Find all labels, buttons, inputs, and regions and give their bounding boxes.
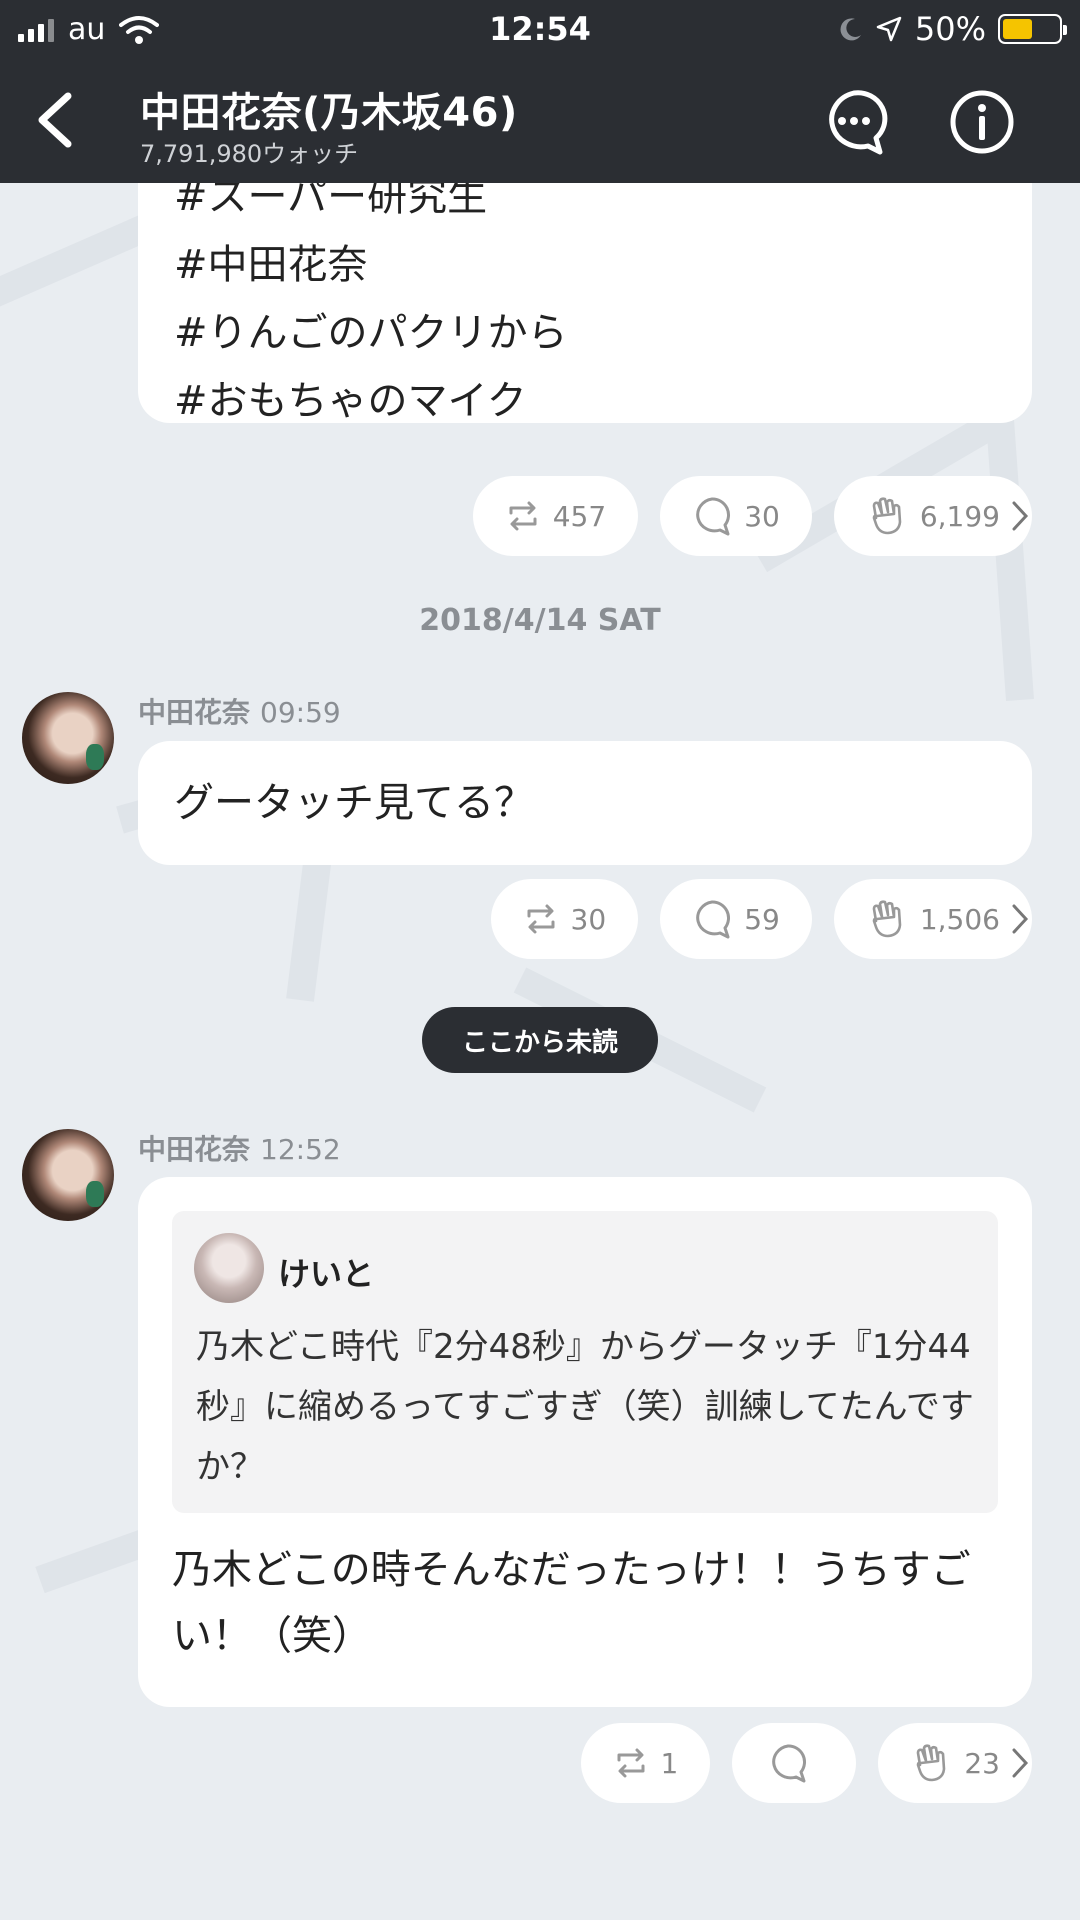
clap-button[interactable]: 6,199 xyxy=(833,476,1032,556)
comment-button[interactable]: 30 xyxy=(660,476,812,556)
post-meta: 中田花奈 09:59 xyxy=(138,691,341,731)
repost-icon xyxy=(527,904,555,934)
chat-header: 中田花奈(乃木坂46) 7,791,980ウォッチ xyxy=(0,58,1080,183)
watch-count: 7,791,980ウォッチ xyxy=(140,140,359,168)
status-bar: au 12:54 50% xyxy=(0,0,1080,58)
author-name: 中田花奈 xyxy=(138,696,251,729)
author-name: 中田花奈 xyxy=(138,1133,251,1166)
hashtag[interactable]: #りんごのパクリから xyxy=(174,299,996,367)
comment-count: 30 xyxy=(744,499,780,533)
chevron-right-icon[interactable] xyxy=(1006,1743,1034,1783)
battery-percent: 50% xyxy=(914,10,986,48)
hashtag[interactable]: #中田花奈 xyxy=(174,231,996,299)
post-meta: 中田花奈 12:52 xyxy=(138,1128,341,1168)
moon-icon xyxy=(840,18,861,41)
repost-count: 1 xyxy=(660,1746,679,1780)
location-arrow-icon xyxy=(876,16,902,42)
clap-icon xyxy=(872,900,902,938)
comment-button[interactable]: 59 xyxy=(660,879,812,959)
battery-icon xyxy=(998,14,1067,44)
clap-count: 1,506 xyxy=(919,902,1000,936)
comment-icon xyxy=(772,1744,807,1783)
clap-icon xyxy=(872,497,902,535)
chevron-right-icon[interactable] xyxy=(1006,899,1034,939)
repost-count: 30 xyxy=(570,902,607,936)
post-actions: 30 59 1,506 xyxy=(490,879,1032,959)
info-icon[interactable] xyxy=(948,88,1016,156)
message-text: 乃木どこの時そんなだったっけ！！うちすごい！（笑） xyxy=(172,1547,971,1659)
clap-count: 23 xyxy=(964,1746,1000,1780)
quoted-message[interactable]: けいと 乃木どこ時代『2分48秒』からグータッチ『1分44秒』に縮めるってすごす… xyxy=(172,1211,998,1513)
unread-divider: ここから未読 xyxy=(422,1007,658,1073)
message-text: グータッチ見てる？ xyxy=(174,780,534,826)
comment-icon xyxy=(696,900,731,939)
hashtag[interactable]: #スーパー研究生 xyxy=(174,183,996,231)
post-time: 12:52 xyxy=(260,1133,341,1166)
repost-button[interactable]: 30 xyxy=(490,879,639,959)
post-time: 09:59 xyxy=(260,696,341,729)
comment-button[interactable] xyxy=(732,1723,857,1803)
quote-text: 乃木どこ時代『2分48秒』からグータッチ『1分44秒』に縮めるってすごすぎ（笑）… xyxy=(196,1327,974,1487)
page-title: 中田花奈(乃木坂46) xyxy=(140,90,518,136)
quote-avatar xyxy=(194,1233,264,1303)
repost-icon xyxy=(509,501,537,531)
message-feed[interactable]: #スーパー研究生 #中田花奈 #りんごのパクリから #おもちゃのマイク 457 … xyxy=(0,183,1080,1920)
avatar[interactable] xyxy=(22,692,114,784)
hashtag[interactable]: #おもちゃのマイク xyxy=(174,367,996,435)
post-actions: 1 23 xyxy=(580,1723,1032,1803)
repost-button[interactable]: 1 xyxy=(580,1723,711,1803)
message-bubble[interactable]: グータッチ見てる？ xyxy=(138,741,1032,865)
post-actions: 457 30 6,199 xyxy=(472,476,1032,556)
clap-button[interactable]: 1,506 xyxy=(833,879,1032,959)
comment-count: 59 xyxy=(744,902,780,936)
repost-count: 457 xyxy=(552,499,607,533)
comment-icon xyxy=(696,497,731,536)
message-bubble[interactable]: けいと 乃木どこ時代『2分48秒』からグータッチ『1分44秒』に縮めるってすごす… xyxy=(138,1177,1032,1707)
repost-icon xyxy=(617,1748,645,1778)
post-card-previous: #スーパー研究生 #中田花奈 #りんごのパクリから #おもちゃのマイク xyxy=(138,183,1032,424)
chat-bubble-icon[interactable] xyxy=(820,88,888,156)
avatar[interactable] xyxy=(22,1129,114,1221)
clap-icon xyxy=(917,1744,946,1782)
repost-button[interactable]: 457 xyxy=(472,476,639,556)
clap-count: 6,199 xyxy=(919,499,1000,533)
back-arrow-icon[interactable] xyxy=(28,88,84,152)
quote-author: けいと xyxy=(278,1255,375,1293)
date-separator: 2018/4/14 SAT xyxy=(419,603,661,638)
chevron-right-icon[interactable] xyxy=(1006,496,1034,536)
